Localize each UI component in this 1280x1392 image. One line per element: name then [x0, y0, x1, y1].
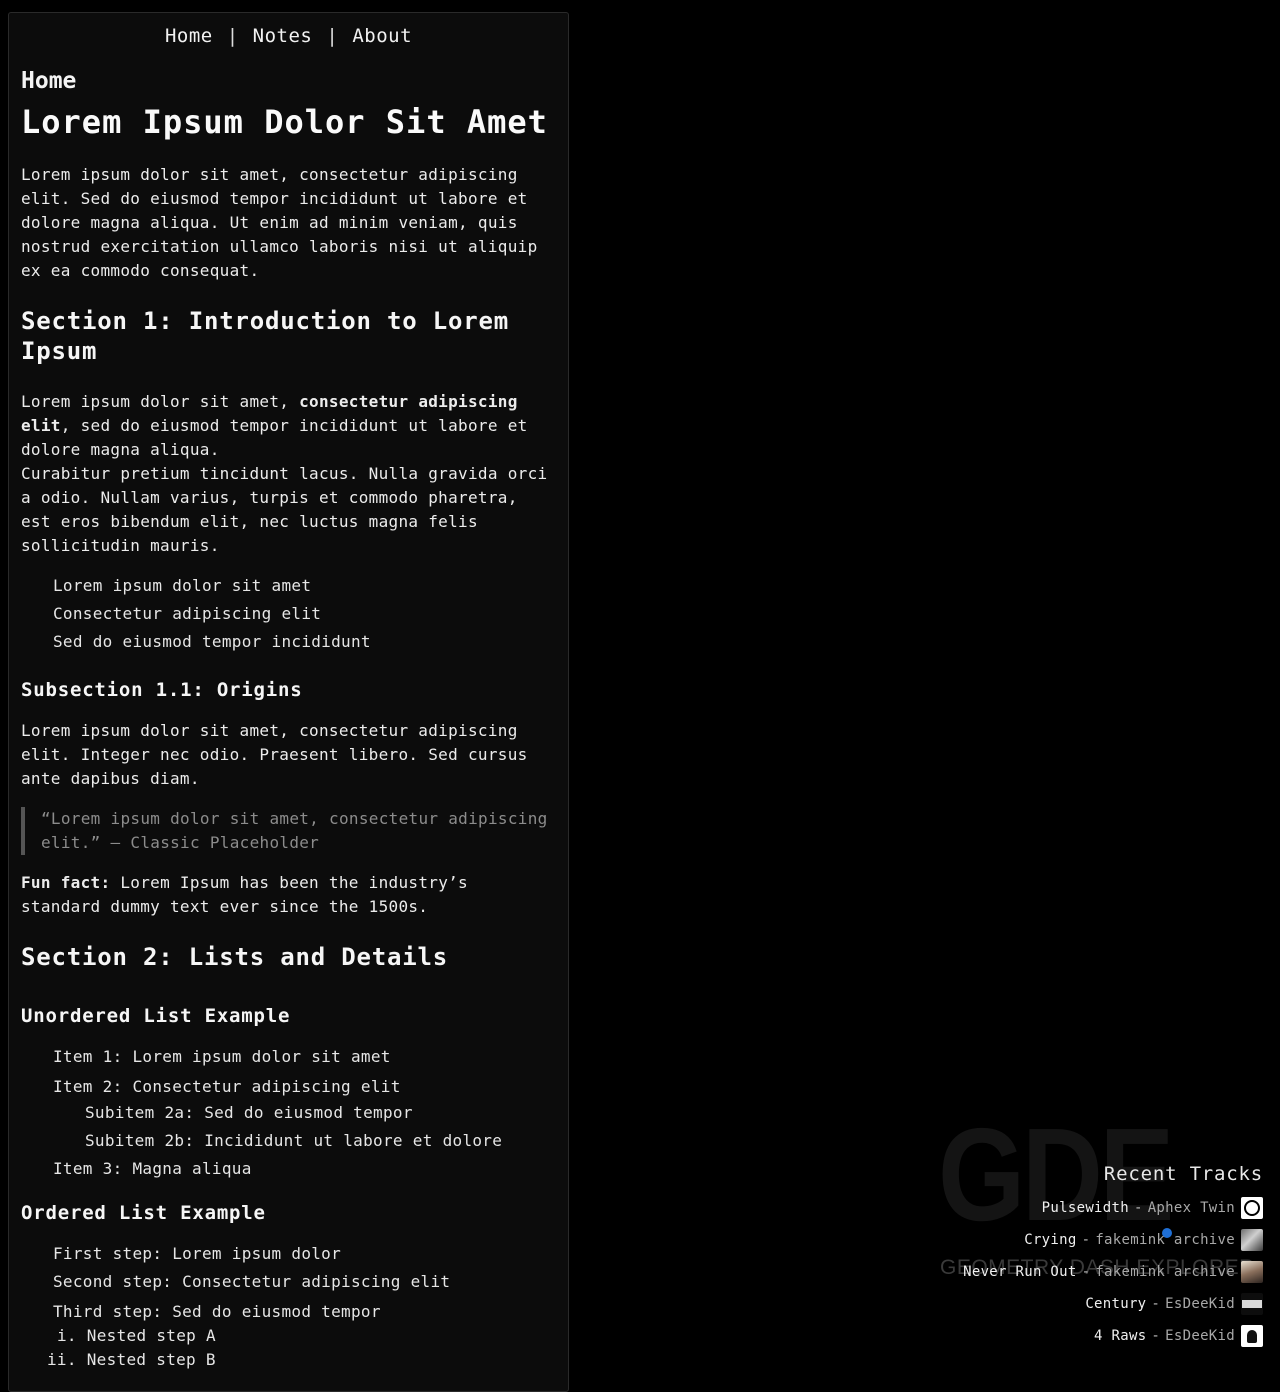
fun-fact: Fun fact: Lorem Ipsum has been the indus… [21, 871, 556, 919]
list-item: Item 2: Consectetur adipiscing elit [53, 1077, 401, 1096]
page-title: Lorem Ipsum Dolor Sit Amet [21, 103, 548, 141]
list-item: Second step: Consectetur adipiscing elit [53, 1272, 451, 1291]
track-artist: Aphex Twin [1147, 1200, 1235, 1216]
text-run: Lorem ipsum dolor sit amet, [21, 392, 300, 411]
track-name: 4 Raws [1094, 1328, 1147, 1344]
track-artist: EsDeeKid [1165, 1328, 1235, 1344]
section-1-heading: Section 1: Introduction to Lorem Ipsum [21, 307, 509, 365]
section-1-paragraph-2: Curabitur pretium tincidunt lacus. Nulla… [21, 464, 548, 555]
recent-tracks-title: Recent Tracks [1103, 1163, 1263, 1185]
list-subitem: Subitem 2a: Sed do eiusmod tempor [85, 1103, 413, 1122]
text-run: , sed do eiusmod tempor incididunt ut la… [21, 416, 528, 459]
ordered-list-heading: Ordered List Example [21, 1202, 266, 1224]
recent-tracks-widget: Recent Tracks Pulsewidth - Aphex Twin Cryi… [933, 1160, 1263, 1352]
nav-about-link[interactable]: About [352, 25, 412, 47]
track-artist: EsDeeKid [1165, 1296, 1235, 1312]
list-item: Consectetur adipiscing elit [53, 604, 322, 623]
track-separator: - [1081, 1232, 1091, 1248]
track-row[interactable]: Century - EsDeeKid [933, 1288, 1263, 1320]
list-subitem: ii. Nested step B [47, 1350, 216, 1369]
content-panel: Home | Notes | About Home Lorem Ipsum Dolor … [8, 12, 569, 1392]
list-item: Lorem ipsum dolor sit amet [53, 576, 312, 595]
subsection-paragraph: Lorem ipsum dolor sit amet, consectetur … [21, 721, 528, 788]
list-item: Item 1: Lorem ipsum dolor sit amet [53, 1047, 391, 1066]
fun-fact-label: Fun fact: [21, 873, 111, 892]
top-nav: Home | Notes | About [21, 23, 556, 51]
subsection-1-1-heading: Subsection 1.1: Origins [21, 679, 303, 701]
track-row[interactable]: Crying - fakemink archive [933, 1224, 1263, 1256]
track-row[interactable]: 4 Raws - EsDeeKid [933, 1320, 1263, 1352]
list-subitem: i. Nested step A [57, 1326, 216, 1345]
album-art-icon [1241, 1293, 1263, 1315]
section-2-heading: Section 2: Lists and Details [21, 943, 448, 971]
track-row[interactable]: Never Run Out - fakemink archive [933, 1256, 1263, 1288]
nav-notes-link[interactable]: Notes [253, 25, 313, 47]
track-name: Pulsewidth [1041, 1200, 1129, 1216]
track-name: Century [1085, 1296, 1147, 1312]
track-separator: - [1081, 1264, 1091, 1280]
album-art-icon [1241, 1261, 1263, 1283]
list-item: First step: Lorem ipsum dolor [53, 1244, 342, 1263]
list-item: Item 3: Magna aliqua [53, 1159, 252, 1178]
track-row[interactable]: Pulsewidth - Aphex Twin [933, 1192, 1263, 1224]
list-item: Sed do eiusmod tempor incididunt [53, 632, 371, 651]
breadcrumb: Home [21, 68, 77, 94]
album-art-icon [1241, 1325, 1263, 1347]
aphex-twin-logo-icon [1241, 1197, 1263, 1219]
nav-separator: | [226, 25, 239, 47]
list-subitem: Subitem 2b: Incididunt ut labore et dolo… [85, 1131, 503, 1150]
nav-separator: | [326, 25, 339, 47]
section-1-list: Lorem ipsum dolor sit amet Consectetur a… [21, 572, 556, 656]
intro-paragraph: Lorem ipsum dolor sit amet, consectetur … [21, 165, 538, 280]
track-name: Crying [1024, 1232, 1077, 1248]
track-artist: fakemink archive [1095, 1264, 1235, 1280]
nav-home-link[interactable]: Home [165, 25, 213, 47]
ordered-list: First step: Lorem ipsum dolor Second ste… [21, 1240, 556, 1372]
track-separator: - [1151, 1328, 1161, 1344]
unordered-list: Item 1: Lorem ipsum dolor sit amet Item … [21, 1043, 556, 1183]
track-separator: - [1133, 1200, 1143, 1216]
track-separator: - [1151, 1296, 1161, 1312]
section-1-paragraph-1: Lorem ipsum dolor sit amet, consectetur … [21, 390, 556, 462]
track-name: Never Run Out [963, 1264, 1077, 1280]
album-art-icon [1241, 1229, 1263, 1251]
classic-quote: “Lorem ipsum dolor sit amet, consectetur… [21, 807, 556, 855]
unordered-list-heading: Unordered List Example [21, 1005, 291, 1027]
list-item: Third step: Sed do eiusmod tempor [53, 1302, 381, 1321]
track-artist: fakemink archive [1095, 1232, 1235, 1248]
